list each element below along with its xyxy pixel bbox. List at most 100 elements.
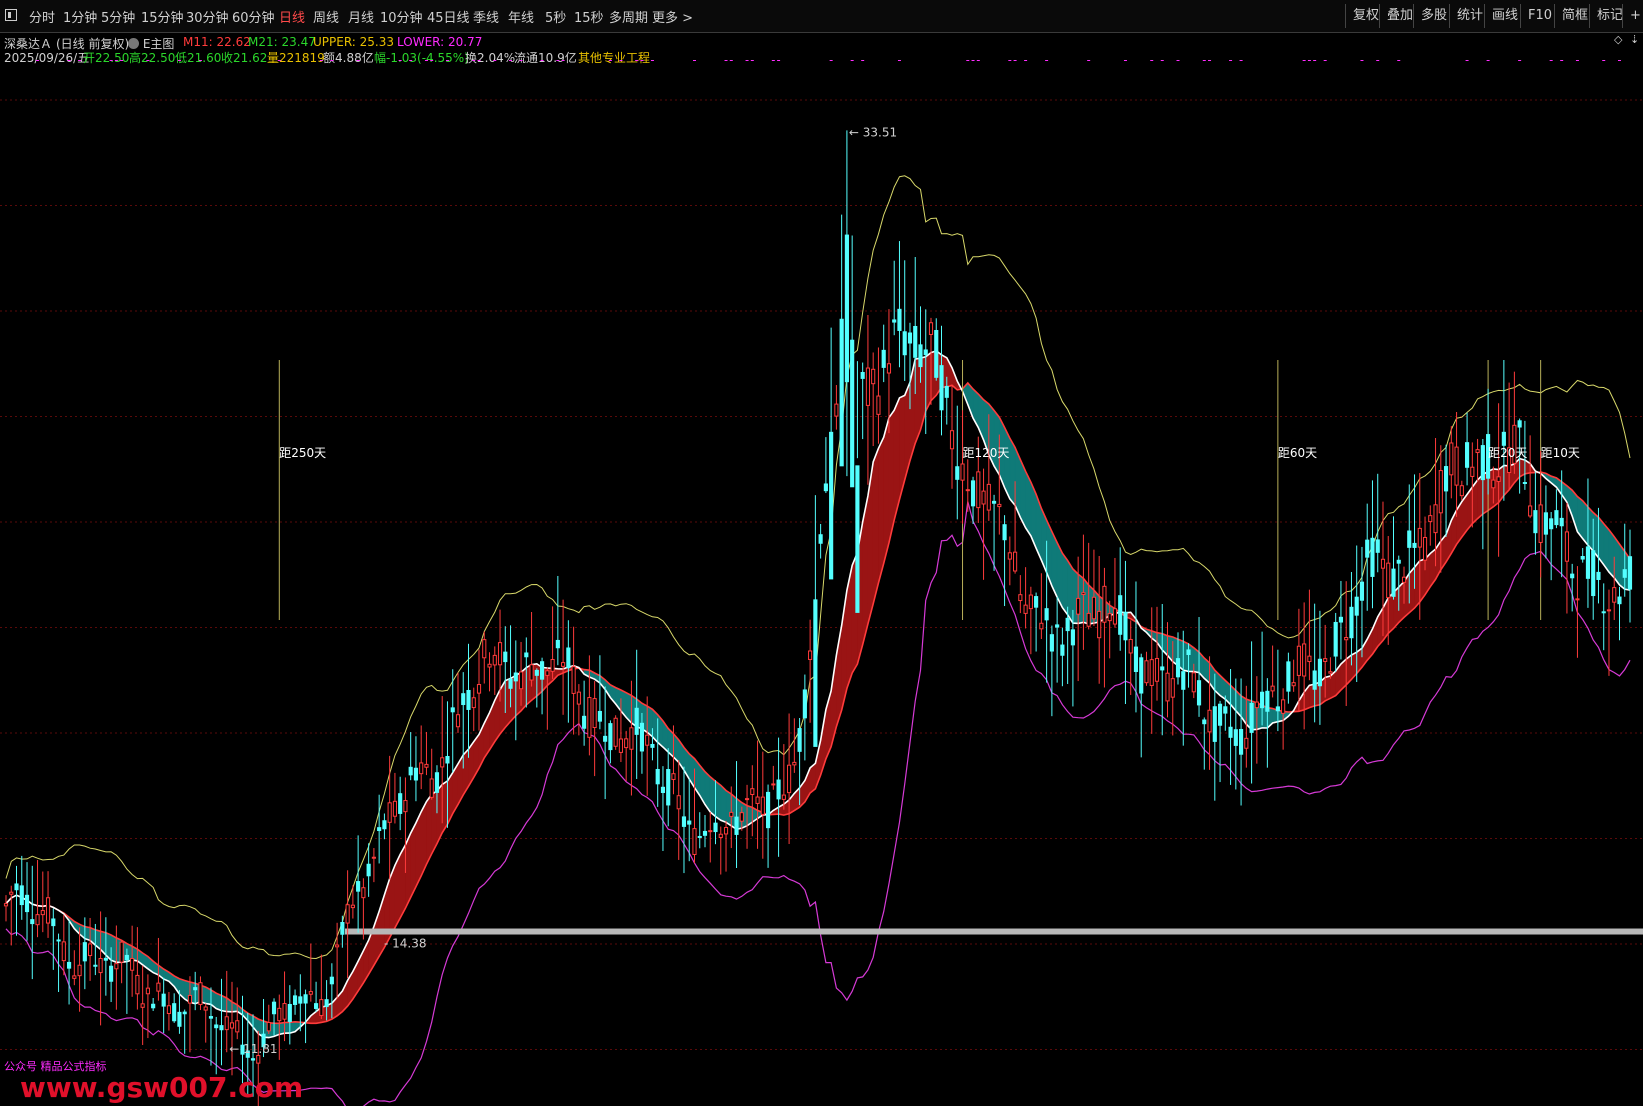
upper-value: UPPER: 25.33 (313, 35, 395, 49)
period-tab[interactable]: 15秒 (574, 7, 604, 26)
candle-body (808, 650, 813, 660)
candle-body (639, 722, 645, 752)
candle-body (182, 1011, 187, 1015)
period-tab[interactable]: 分时 (29, 7, 55, 26)
candle-body (676, 795, 681, 810)
candle-body (970, 480, 976, 507)
candle-body (1233, 729, 1238, 746)
signal-dot (398, 60, 402, 61)
candle-body (1055, 624, 1060, 628)
signal-dot (608, 60, 612, 61)
tool-button[interactable]: 画线 (1484, 4, 1525, 28)
candle-body (634, 707, 639, 735)
band-segment (725, 789, 732, 827)
signal-dot (540, 60, 544, 61)
period-tab[interactable]: 1分钟 (63, 7, 97, 26)
candle-body (781, 794, 786, 800)
candle-body (1317, 658, 1322, 687)
candle-body (1443, 466, 1449, 492)
tool-button[interactable]: 多股 (1413, 4, 1454, 28)
period-tab[interactable]: 60分钟 (232, 7, 275, 26)
band-segment (399, 843, 406, 919)
candle-body (1086, 612, 1091, 627)
candle-body (687, 820, 692, 825)
period-tab[interactable]: 15分钟 (141, 7, 184, 26)
signal-dot (1150, 60, 1154, 61)
signal-dot (1360, 60, 1364, 61)
arrow-down-icon[interactable]: ⇣ (1630, 33, 1639, 46)
candle-body (1438, 470, 1443, 514)
candle-body (1591, 550, 1596, 597)
candle-body (1475, 449, 1480, 454)
candle-body (1407, 530, 1412, 548)
candle-body (1380, 558, 1386, 569)
candle-body (1239, 728, 1244, 755)
band-segment (993, 409, 1000, 476)
candle-body (287, 1003, 292, 1022)
period-tab[interactable]: 月线 (348, 7, 374, 26)
period-tab[interactable]: 周线 (313, 7, 339, 26)
candle-body (624, 738, 629, 749)
period-tab[interactable]: 更多 > (652, 7, 693, 26)
candle-body (45, 897, 51, 924)
period-tab[interactable]: 5秒 (545, 7, 566, 26)
candle-body (1627, 556, 1633, 590)
candle-body (476, 684, 482, 694)
candle-body (976, 471, 981, 509)
day-marker-label: 距20天 (1488, 446, 1527, 460)
signal-dot (445, 60, 449, 61)
candle-body (303, 994, 308, 1004)
candle-body (408, 766, 413, 776)
period-tab[interactable]: 30分钟 (186, 7, 229, 26)
kline-chart[interactable]: 距250天 距120天 距60天 距20天 距10天 ← 33.51 ← 11.81 - 14… (0, 60, 1643, 1106)
candle-body (282, 1003, 287, 1020)
band-segment (284, 1021, 291, 1034)
window-toggle-icon[interactable] (5, 9, 17, 21)
candle-body (471, 697, 476, 709)
candle-body (30, 919, 35, 925)
candle-body (1128, 638, 1133, 654)
candle-body (1549, 518, 1554, 530)
candle-body (697, 835, 702, 838)
candle-body (886, 363, 892, 374)
tool-button[interactable]: +自 (1622, 4, 1643, 28)
candle-body (503, 651, 508, 663)
signal-dot (1549, 60, 1553, 61)
period-tab[interactable]: 5分钟 (101, 7, 135, 26)
signal-dot (1202, 60, 1206, 61)
candle-body (934, 329, 939, 378)
signal-dot (1397, 60, 1401, 61)
period-tab[interactable]: 10分钟 (380, 7, 423, 26)
candle-body (1076, 597, 1081, 615)
period-tab[interactable]: 日线 (279, 7, 305, 26)
candle-body (1354, 596, 1359, 616)
candle-body (1244, 737, 1249, 749)
candle-body (897, 308, 902, 331)
band-segment (1182, 640, 1189, 672)
candle-body (1470, 466, 1475, 477)
period-tab[interactable]: 多周期 (609, 7, 648, 26)
candle-body (292, 995, 298, 1005)
period-tab[interactable]: 年线 (508, 7, 534, 26)
candle-body (750, 788, 755, 796)
period-tab[interactable]: 季线 (473, 7, 499, 26)
diamond-icon[interactable]: ◇ (1614, 33, 1622, 46)
period-tab[interactable]: 45日线 (427, 7, 470, 26)
candle-body (419, 762, 424, 775)
candle-body (487, 663, 492, 668)
candle-body (35, 914, 40, 926)
candle-body (550, 659, 555, 672)
signal-dot (114, 60, 118, 61)
candle-body (450, 707, 455, 713)
candle-body (466, 689, 471, 710)
band-segment (1062, 552, 1068, 616)
candle-body (1417, 527, 1422, 548)
indicator-lines (5, 175, 1643, 1106)
candle-body (1491, 479, 1496, 489)
candle-body (1570, 573, 1575, 579)
signal-dot (750, 60, 754, 61)
candle-body (1281, 699, 1286, 714)
candle-body (1480, 445, 1485, 481)
candle-body (1196, 680, 1202, 706)
signal-dot (1302, 60, 1306, 61)
